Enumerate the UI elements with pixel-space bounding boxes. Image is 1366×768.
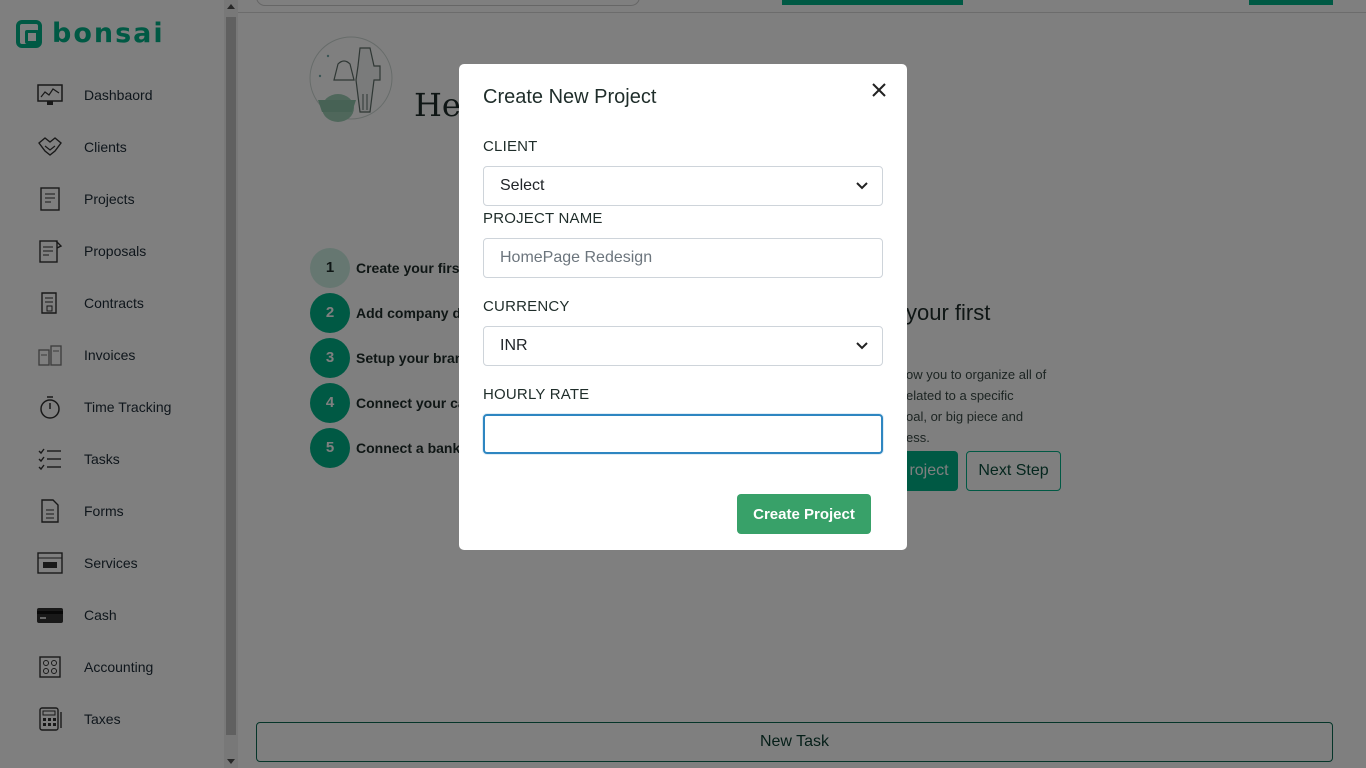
client-label: CLIENT xyxy=(483,138,538,155)
project-name-input[interactable]: HomePage Redesign xyxy=(483,238,883,278)
create-project-modal: Create New Project CLIENT Select PROJECT… xyxy=(459,64,907,550)
modal-title: Create New Project xyxy=(483,86,657,108)
chevron-down-icon xyxy=(856,342,868,350)
close-icon[interactable] xyxy=(867,78,891,102)
currency-select-value: INR xyxy=(500,337,528,354)
hourly-rate-input[interactable] xyxy=(483,414,883,454)
currency-label: CURRENCY xyxy=(483,298,570,315)
currency-select[interactable]: INR xyxy=(483,326,883,366)
chevron-down-icon xyxy=(856,182,868,190)
project-name-label: PROJECT NAME xyxy=(483,210,603,227)
client-select-value: Select xyxy=(500,177,545,194)
project-name-placeholder: HomePage Redesign xyxy=(500,249,653,266)
client-select[interactable]: Select xyxy=(483,166,883,206)
create-project-button[interactable]: Create Project xyxy=(737,494,871,534)
hourly-rate-label: HOURLY RATE xyxy=(483,386,590,403)
